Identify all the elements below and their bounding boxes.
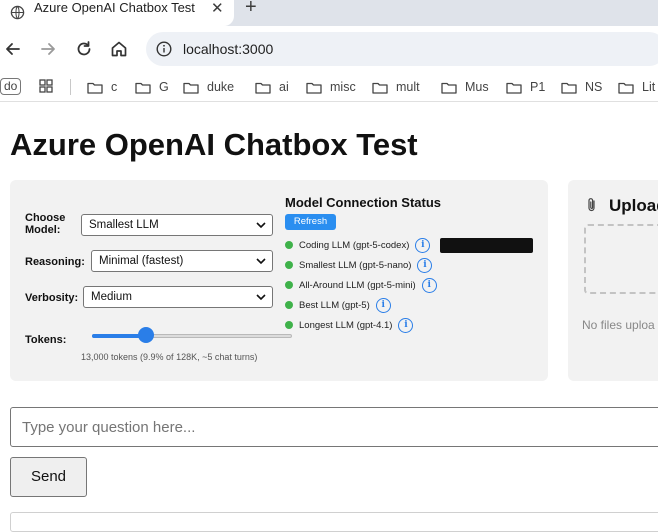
question-input[interactable] — [10, 407, 658, 447]
tokens-label: Tokens: — [25, 334, 67, 346]
status-dot-icon — [285, 241, 293, 249]
bookmark-label: Lit — [642, 80, 656, 94]
folder-icon — [306, 82, 322, 94]
site-info-icon[interactable] — [156, 41, 172, 57]
forward-arrow-icon[interactable] — [37, 38, 59, 60]
model-select-value: Smallest LLM — [89, 219, 159, 231]
send-button[interactable]: Send — [10, 457, 87, 497]
model-label: Choose Model: — [25, 212, 66, 236]
bookmarks-bar: do c Gduke ai misc mult Mus P1 NS Lit — [0, 72, 658, 102]
model-status-label: Coding LLM (gpt-5-codex) — [299, 239, 410, 251]
status-dot-icon — [285, 321, 293, 329]
model-status-row: All-Around LLM (gpt-5-mini) i — [285, 276, 437, 294]
tab-strip: Azure OpenAI Chatbox Test ✕ + — [0, 0, 658, 26]
reasoning-select[interactable]: Minimal (fastest) — [91, 250, 273, 272]
folder-icon — [561, 82, 577, 94]
reasoning-label: Reasoning: — [25, 256, 85, 268]
status-title: Model Connection Status — [285, 195, 441, 210]
folder-icon — [618, 82, 634, 94]
folder-icon — [87, 82, 103, 94]
no-files-text: No files uploa — [582, 318, 655, 332]
url-text: localhost:3000 — [183, 41, 274, 57]
model-status-label: Best LLM (gpt-5) — [299, 299, 370, 311]
paperclip-icon — [588, 198, 595, 212]
verbosity-select-value: Medium — [91, 291, 132, 303]
refresh-button[interactable]: Refresh — [285, 214, 336, 230]
bookmark-label: Mus — [465, 80, 489, 94]
verbosity-select[interactable]: Medium — [83, 286, 273, 308]
browser-tab[interactable]: Azure OpenAI Chatbox Test ✕ — [0, 0, 234, 26]
info-icon[interactable]: i — [421, 277, 437, 293]
bookmark-folder[interactable]: Mus — [441, 77, 489, 97]
bookmark-folder[interactable]: NS — [561, 77, 602, 97]
settings-panel: Choose Model: Smallest LLM Reasoning: Mi… — [10, 180, 548, 381]
tab-title: Azure OpenAI Chatbox Test — [34, 0, 195, 15]
folder-icon — [506, 82, 522, 94]
bookmark-chip[interactable]: do — [0, 78, 22, 95]
bookmark-label: NS — [585, 80, 603, 94]
upload-title: Upload — [609, 196, 658, 215]
model-status-row: Smallest LLM (gpt-5-nano) i — [285, 256, 433, 274]
chevron-down-icon — [256, 294, 266, 301]
bookmark-label: P1 — [530, 80, 546, 94]
tooltip-overlay — [440, 238, 533, 253]
folder-icon — [441, 82, 457, 94]
model-select[interactable]: Smallest LLM — [81, 214, 273, 236]
file-dropzone[interactable] — [584, 224, 658, 294]
model-status-label: All-Around LLM (gpt-5-mini) — [299, 279, 416, 291]
globe-icon — [10, 5, 25, 20]
bookmark-folder[interactable]: ai — [255, 77, 289, 97]
reasoning-select-value: Minimal (fastest) — [99, 255, 184, 267]
status-dot-icon — [285, 281, 293, 289]
bookmark-folder[interactable]: P1 — [506, 77, 545, 97]
info-icon[interactable]: i — [417, 257, 433, 273]
bookmark-label: mult — [396, 80, 420, 94]
bookmark-folder[interactable]: c — [87, 77, 117, 97]
page-title: Azure OpenAI Chatbox Test — [10, 127, 418, 162]
address-bar[interactable]: localhost:3000 — [146, 32, 658, 66]
new-tab-button[interactable]: + — [245, 0, 257, 19]
status-dot-icon — [285, 261, 293, 269]
home-icon[interactable] — [108, 38, 130, 60]
tokens-note: 13,000 tokens (9.9% of 128K, ~5 chat tur… — [81, 352, 258, 362]
apps-grid-icon[interactable] — [39, 79, 53, 93]
model-status-row: Coding LLM (gpt-5-codex) i — [285, 236, 431, 254]
folder-icon — [372, 82, 388, 94]
bookmark-label: G — [159, 80, 169, 94]
close-tab-icon[interactable]: ✕ — [211, 0, 224, 17]
bookmark-folder[interactable]: G — [135, 77, 169, 97]
status-dot-icon — [285, 301, 293, 309]
bookmark-folder[interactable]: mult — [372, 77, 420, 97]
info-icon[interactable]: i — [398, 317, 414, 333]
chevron-down-icon — [256, 258, 266, 265]
tokens-slider-thumb[interactable] — [138, 327, 154, 343]
chevron-down-icon — [256, 222, 266, 229]
model-status-row: Longest LLM (gpt-4.1) i — [285, 316, 414, 334]
reload-icon[interactable] — [73, 38, 95, 60]
folder-icon — [183, 82, 199, 94]
info-icon[interactable]: i — [375, 297, 391, 313]
browser-toolbar: localhost:3000 — [0, 26, 658, 72]
upload-panel: Upload No files uploa — [568, 180, 658, 381]
bookmark-label: misc — [330, 80, 356, 94]
verbosity-label: Verbosity: — [25, 292, 79, 304]
bookmarks-separator — [70, 79, 71, 95]
model-status-label: Longest LLM (gpt-4.1) — [299, 319, 393, 331]
info-icon[interactable]: i — [415, 237, 431, 253]
bookmark-label: ai — [279, 80, 289, 94]
folder-icon — [135, 82, 151, 94]
folder-icon — [255, 82, 271, 94]
bookmark-folder[interactable]: duke — [183, 77, 234, 97]
model-status-label: Smallest LLM (gpt-5-nano) — [299, 259, 412, 271]
bookmark-label: duke — [207, 80, 235, 94]
bookmark-folder[interactable]: misc — [306, 77, 356, 97]
bookmark-folder[interactable]: Lit — [618, 77, 655, 97]
response-area — [10, 512, 658, 532]
bookmark-label: c — [111, 80, 118, 94]
back-arrow-icon[interactable] — [2, 38, 24, 60]
model-status-row: Best LLM (gpt-5) i — [285, 296, 391, 314]
